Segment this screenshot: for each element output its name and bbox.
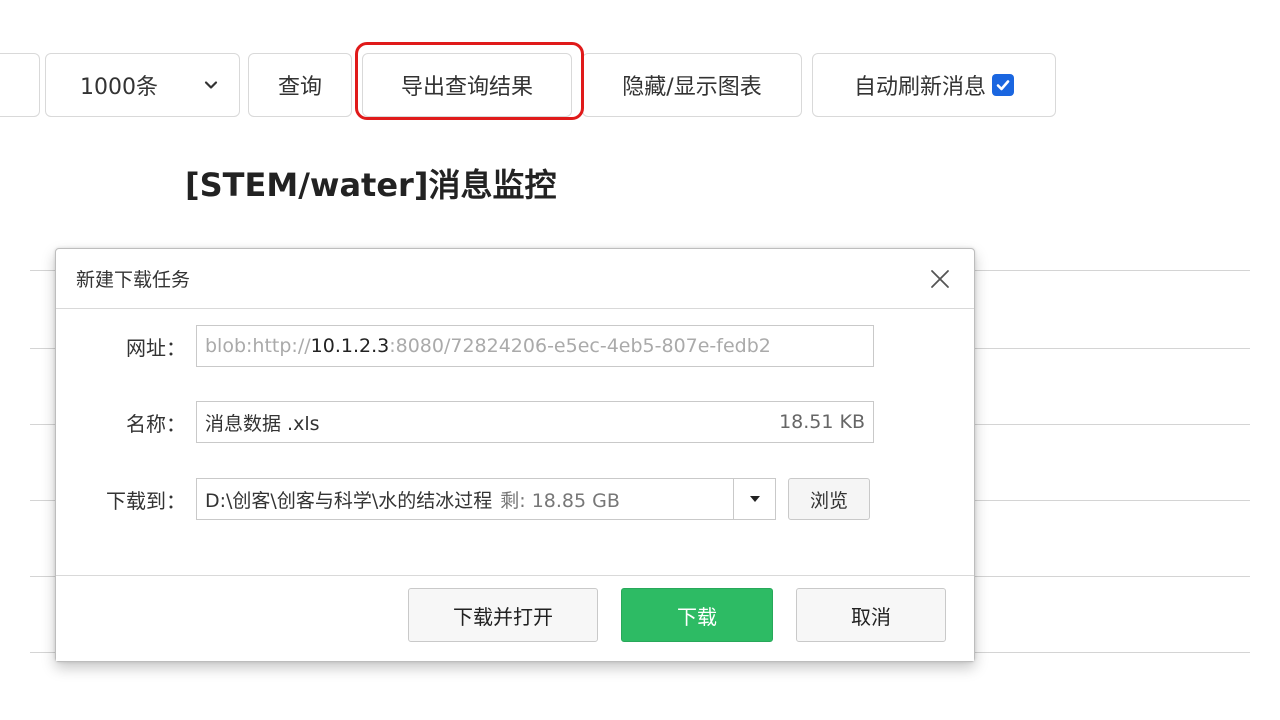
page-title: [STEM/water]消息监控 bbox=[185, 166, 557, 204]
toggle-chart-button[interactable]: 隐藏/显示图表 bbox=[582, 53, 802, 117]
toolbar-previous-control[interactable] bbox=[0, 53, 40, 117]
dialog-header: 新建下载任务 bbox=[56, 249, 974, 309]
url-row: 网址： blob:http://10.1.2.3:8080/72824206-e… bbox=[56, 325, 874, 367]
url-label: 网址： bbox=[126, 335, 186, 360]
auto-refresh-checkbox[interactable] bbox=[992, 74, 1014, 96]
auto-refresh-toggle[interactable]: 自动刷新消息 bbox=[812, 53, 1056, 117]
browse-button[interactable]: 浏览 bbox=[788, 478, 870, 520]
auto-refresh-label: 自动刷新消息 bbox=[853, 75, 986, 100]
free-space: 剩: 18.85 GB bbox=[500, 489, 620, 512]
chevron-down-icon bbox=[204, 81, 218, 89]
save-location-label: 下载到： bbox=[106, 488, 186, 513]
cancel-button[interactable]: 取消 bbox=[796, 588, 946, 642]
url-host: 10.1.2.3 bbox=[310, 335, 390, 357]
export-results-button[interactable]: 导出查询结果 bbox=[362, 53, 572, 117]
limit-select-value: 1000条 bbox=[80, 75, 158, 100]
download-dialog: 新建下载任务 网址： blob:http://10.1.2.3:8080/728… bbox=[55, 248, 975, 662]
save-path-value: D:\创客\创客与科学\水的结冰过程 bbox=[205, 489, 493, 512]
save-location-row: 下载到： D:\创客\创客与科学\水的结冰过程 剩: 18.85 GB 浏览 bbox=[56, 478, 870, 520]
limit-select[interactable]: 1000条 bbox=[45, 53, 240, 117]
filename-value: 消息数据 .xls bbox=[205, 412, 320, 435]
download-button[interactable]: 下载 bbox=[621, 588, 773, 642]
dialog-title: 新建下载任务 bbox=[76, 269, 191, 291]
url-rest: :8080/72824206-e5ec-4eb5-807e-fedb2 bbox=[389, 335, 771, 357]
caret-down-icon bbox=[749, 496, 760, 502]
name-label: 名称： bbox=[126, 411, 186, 436]
name-row: 名称： 消息数据 .xls 18.51 KB bbox=[56, 401, 874, 443]
save-path-field[interactable]: D:\创客\创客与科学\水的结冰过程 剩: 18.85 GB bbox=[197, 479, 733, 519]
save-path-combobox[interactable]: D:\创客\创客与科学\水的结冰过程 剩: 18.85 GB bbox=[196, 478, 776, 520]
url-field[interactable]: blob:http://10.1.2.3:8080/72824206-e5ec-… bbox=[196, 325, 874, 367]
save-path-dropdown-button[interactable] bbox=[733, 479, 775, 519]
file-size: 18.51 KB bbox=[779, 411, 865, 433]
download-and-open-button[interactable]: 下载并打开 bbox=[408, 588, 598, 642]
checkmark-icon bbox=[996, 80, 1010, 91]
url-prefix: blob:http:// bbox=[205, 335, 311, 357]
dialog-footer: 下载并打开 下载 取消 bbox=[56, 575, 974, 661]
query-button[interactable]: 查询 bbox=[248, 53, 352, 117]
filename-field[interactable]: 消息数据 .xls 18.51 KB bbox=[196, 401, 874, 443]
close-icon[interactable] bbox=[928, 267, 952, 291]
page: 1000条 查询 导出查询结果 隐藏/显示图表 自动刷新消息 [STEM/wat… bbox=[0, 0, 1280, 720]
